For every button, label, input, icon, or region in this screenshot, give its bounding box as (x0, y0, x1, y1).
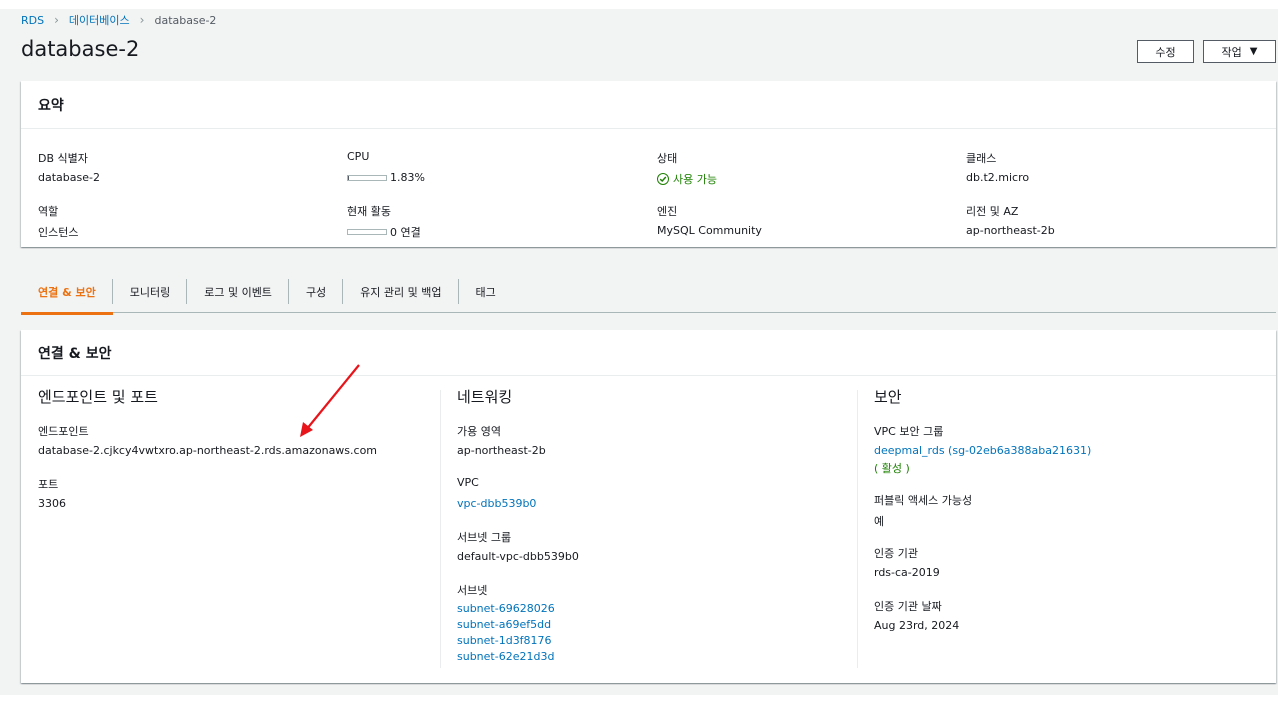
activity-value: 0 연결 (390, 226, 421, 239)
cpu-label: CPU (347, 150, 370, 163)
edit-button[interactable]: 수정 (1137, 40, 1194, 63)
subnet-link[interactable]: subnet-1d3f8176 (457, 634, 552, 647)
summary-panel: 요약 DB 식별자 database-2 역할 인스턴스 CPU 1.83% 현… (21, 81, 1276, 247)
class-value: db.t2.micro (966, 171, 1030, 184)
security-group-link[interactable]: deepmal_rds (sg-02eb6a388aba21631) (874, 444, 1091, 457)
subnets-label: 서브넷 (457, 584, 488, 597)
tab-tags[interactable]: 태그 (459, 270, 513, 313)
connectivity-security-panel: 연결 & 보안 엔드포인트 및 포트 엔드포인트 database-2.cjkc… (21, 330, 1276, 683)
status-value: 사용 가능 (673, 173, 717, 186)
region-value: ap-northeast-2b (966, 224, 1055, 237)
engine-label: 엔진 (657, 205, 678, 218)
check-circle-icon (657, 173, 669, 185)
cpu-meter (347, 174, 387, 181)
breadcrumb-databases-link[interactable]: 데이터베이스 (69, 12, 130, 28)
certificate-authority-label: 인증 기관 (874, 547, 918, 560)
actions-button-label: 작업 (1221, 45, 1242, 59)
engine-value: MySQL Community (657, 224, 762, 237)
activity-meter-row: 0 연결 (347, 224, 421, 240)
column-divider (440, 390, 441, 668)
tab-label: 태그 (475, 285, 496, 299)
breadcrumb-current: database-2 (154, 13, 217, 27)
edit-button-label: 수정 (1155, 45, 1176, 59)
networking-section-heading: 네트워킹 (457, 388, 513, 406)
subnet-group-value: default-vpc-dbb539b0 (457, 550, 579, 563)
page-background: RDS › 데이터베이스 › database-2 database-2 수정 … (0, 9, 1278, 695)
tab-label: 로그 및 이벤트 (204, 285, 272, 299)
class-label: 클래스 (966, 152, 997, 165)
tab-label: 유지 관리 및 백업 (360, 285, 442, 299)
cpu-meter-row: 1.83% (347, 171, 425, 184)
activity-meter (347, 229, 387, 235)
activity-label: 현재 활동 (347, 205, 391, 218)
vpc-link[interactable]: vpc-dbb539b0 (457, 497, 536, 510)
column-divider (857, 390, 858, 668)
cpu-meter-fill (348, 175, 349, 180)
subnet-group-label: 서브넷 그룹 (457, 531, 512, 544)
subnet-link[interactable]: subnet-a69ef5dd (457, 618, 551, 631)
db-identifier-value: database-2 (38, 171, 100, 184)
page-title: database-2 (21, 37, 140, 61)
tab-label: 연결 & 보안 (38, 285, 96, 299)
security-section-heading: 보안 (874, 388, 902, 406)
detail-tabs: 연결 & 보안 모니터링 로그 및 이벤트 구성 유지 관리 및 백업 태그 (21, 270, 1276, 315)
endpoint-section-heading: 엔드포인트 및 포트 (38, 388, 158, 406)
role-label: 역할 (38, 205, 59, 218)
availability-zone-label: 가용 영역 (457, 425, 501, 438)
vpc-security-group-label: VPC 보안 그룹 (874, 425, 944, 438)
db-identifier-label: DB 식별자 (38, 152, 88, 165)
breadcrumb: RDS › 데이터베이스 › database-2 (21, 12, 216, 28)
port-value: 3306 (38, 497, 66, 510)
tab-maintenance-backup[interactable]: 유지 관리 및 백업 (343, 270, 459, 313)
tab-label: 모니터링 (129, 285, 171, 299)
certificate-date-label: 인증 기관 날짜 (874, 600, 942, 613)
breadcrumb-rds-link[interactable]: RDS (21, 14, 44, 27)
public-access-label: 퍼블릭 액세스 가능성 (874, 494, 973, 507)
actions-dropdown-button[interactable]: 작업 ▼ (1203, 40, 1276, 63)
certificate-date-value: Aug 23rd, 2024 (874, 619, 960, 632)
connectivity-title: 연결 & 보안 (21, 330, 1276, 376)
chevron-right-icon: › (139, 13, 145, 27)
summary-title: 요약 (21, 81, 1276, 129)
tab-monitoring[interactable]: 모니터링 (113, 270, 188, 313)
vpc-label: VPC (457, 476, 479, 489)
tab-configuration[interactable]: 구성 (289, 270, 344, 313)
status-label: 상태 (657, 152, 678, 165)
caret-down-icon: ▼ (1249, 46, 1258, 57)
role-value: 인스턴스 (38, 226, 79, 239)
certificate-authority-value: rds-ca-2019 (874, 566, 940, 579)
status-badge: 사용 가능 (657, 171, 717, 187)
tab-logs-events[interactable]: 로그 및 이벤트 (187, 270, 289, 313)
endpoint-value[interactable]: database-2.cjkcy4vwtxro.ap-northeast-2.r… (38, 444, 377, 457)
region-label: 리전 및 AZ (966, 205, 1019, 218)
endpoint-label: 엔드포인트 (38, 425, 89, 438)
subnet-link[interactable]: subnet-69628026 (457, 602, 555, 615)
chevron-right-icon: › (54, 13, 59, 27)
security-group-status: ( 활성 ) (874, 462, 910, 475)
tab-label: 구성 (305, 285, 327, 299)
public-access-value: 예 (874, 515, 885, 528)
tab-connectivity-security[interactable]: 연결 & 보안 (21, 270, 113, 315)
port-label: 포트 (38, 478, 59, 491)
cpu-value: 1.83% (390, 171, 425, 184)
availability-zone-value: ap-northeast-2b (457, 444, 546, 457)
subnet-link[interactable]: subnet-62e21d3d (457, 650, 554, 663)
